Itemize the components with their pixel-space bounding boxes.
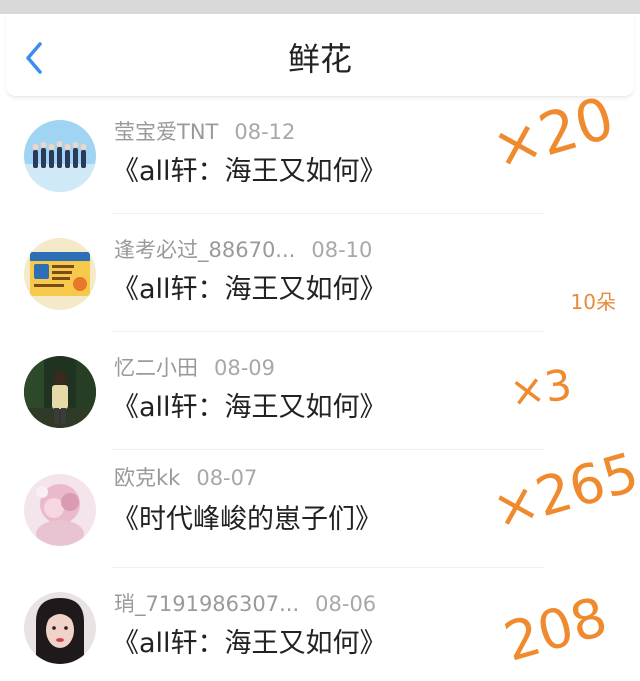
book-title[interactable]: 《时代峰峻的崽子们》 (112, 502, 382, 538)
username[interactable]: 琑_7191986307... (114, 592, 299, 616)
girl-portrait-avatar[interactable] (24, 592, 96, 664)
list-item[interactable]: 琑_7191986307... 08-06 《all轩：海王又如何》 208 (0, 568, 640, 681)
flower-quantity: 10朵 (570, 290, 616, 314)
gift-date: 08-09 (214, 356, 276, 380)
username[interactable]: 莹宝爱TNT (114, 120, 218, 144)
handwritten-count: ×3 (506, 359, 575, 417)
list-item[interactable]: 逢考必过_88670... 08-10 《all轩：海王又如何》 10朵 (0, 214, 640, 332)
flower-gift-page: 鲜花 莹宝爱TNT 08-12 《all轩：海王又如何》 ×20 逢考必过_88… (0, 0, 640, 681)
book-title[interactable]: 《all轩：海王又如何》 (112, 272, 387, 308)
nav-header: 鲜花 (6, 14, 634, 97)
list-item[interactable]: 莹宝爱TNT 08-12 《all轩：海王又如何》 ×20 (0, 84, 640, 214)
book-title[interactable]: 《all轩：海王又如何》 (112, 154, 387, 190)
list-item[interactable]: 忆二小田 08-09 《all轩：海王又如何》 ×3 (0, 332, 640, 450)
forest-person-avatar[interactable] (24, 356, 96, 428)
handwritten-count: ×265 (485, 440, 640, 542)
handwritten-count: ×20 (484, 83, 622, 183)
username[interactable]: 欧克kk (114, 466, 180, 490)
status-bar (0, 0, 640, 14)
gift-date: 08-10 (311, 238, 373, 262)
page-title: 鲜花 (287, 40, 352, 78)
group-photo-avatar[interactable] (24, 120, 96, 192)
sticker-avatar[interactable] (24, 238, 96, 310)
gift-date: 08-07 (196, 466, 258, 490)
gift-date: 08-12 (234, 120, 296, 144)
pink-illustration-avatar[interactable] (24, 474, 96, 546)
username[interactable]: 逢考必过_88670... (114, 238, 295, 262)
book-title[interactable]: 《all轩：海王又如何》 (112, 626, 387, 662)
list-item[interactable]: 欧克kk 08-07 《时代峰峻的崽子们》 ×265 (0, 440, 640, 568)
handwritten-count: 208 (497, 584, 614, 674)
gift-date: 08-06 (315, 592, 377, 616)
username[interactable]: 忆二小田 (114, 356, 198, 380)
book-title[interactable]: 《all轩：海王又如何》 (112, 390, 387, 426)
